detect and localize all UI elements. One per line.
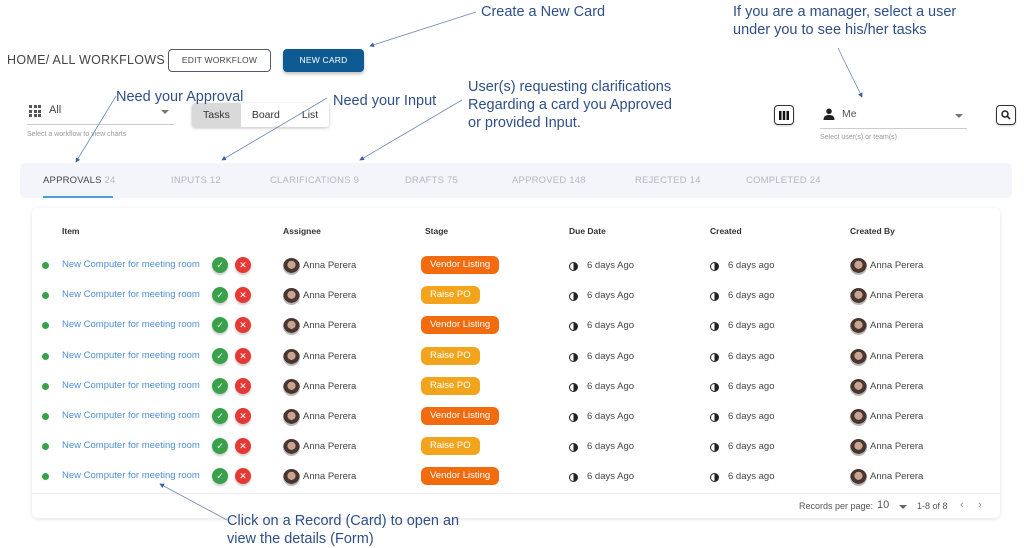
arrow-manager bbox=[837, 47, 863, 98]
arrow-input bbox=[221, 97, 328, 161]
arrow-clarifications bbox=[359, 99, 463, 161]
arrow-click-record bbox=[159, 483, 228, 521]
arrow-create-card bbox=[369, 11, 477, 48]
arrow-approval bbox=[75, 95, 117, 163]
annotation-arrows bbox=[75, 11, 863, 521]
